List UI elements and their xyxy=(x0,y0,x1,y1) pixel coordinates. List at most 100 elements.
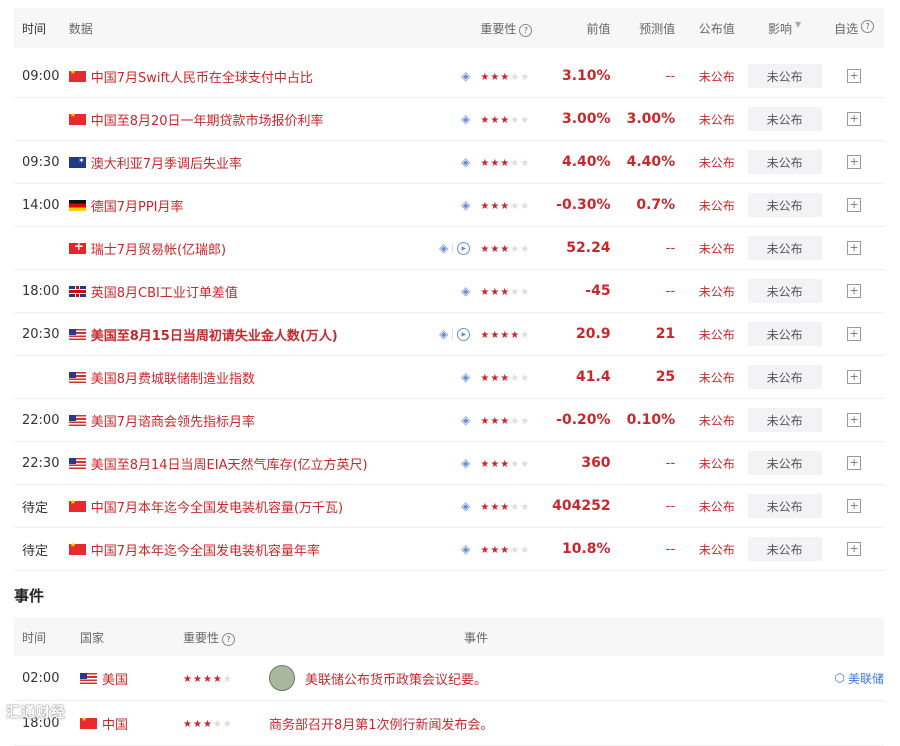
event-country: 美国 xyxy=(102,672,129,688)
star-icon: ★ xyxy=(520,114,531,126)
star-icon: ★ xyxy=(520,157,531,169)
star-icon: ★ xyxy=(510,415,521,427)
star-icon: ★ xyxy=(520,544,531,556)
effect-badge: 未公布 xyxy=(747,64,822,88)
add-favorite-button[interactable]: + xyxy=(847,370,862,384)
row-time: 14:00 xyxy=(22,197,60,213)
event-row[interactable]: 02:00 美国 ★★★★★ 美联储公布货币政策会议纪要。 ⬡ 美联储 xyxy=(14,656,884,701)
play-icon[interactable]: ▶ xyxy=(457,327,471,341)
star-icon: ★ xyxy=(490,458,501,470)
forecast-value: 0.7% xyxy=(636,197,676,213)
layers-icon[interactable]: ◈ xyxy=(439,327,448,341)
help-icon[interactable]: ? xyxy=(222,632,236,646)
star-icon: ★ xyxy=(490,544,501,556)
header-importance[interactable]: 重要性? xyxy=(476,20,546,37)
layers-icon[interactable]: ◈ xyxy=(461,542,470,556)
indicator-name-link[interactable]: 中国7月本年迄今全国发电装机容量(万千瓦) xyxy=(91,497,343,516)
indicator-name-link[interactable]: 美国至8月14日当周EIA天然气库存(亿立方英尺) xyxy=(91,454,368,473)
data-rows: 09:00中国7月Swift人民币在全球支付中占比◈★★★★★3.10%--未公… xyxy=(14,55,884,571)
table-row[interactable]: 09:30澳大利亚7月季调后失业率◈★★★★★4.40%4.40%未公布未公布+ xyxy=(14,141,884,184)
indicator-name-link[interactable]: 中国7月本年迄今全国发电装机容量年率 xyxy=(91,540,320,559)
star-icon: ★ xyxy=(500,286,511,298)
add-favorite-button[interactable]: + xyxy=(847,241,862,255)
table-row[interactable]: 14:00 德国7月PPI月率 ◈ ★★★★★ -0.30% 0.7% 未公布 未公布 + xyxy=(14,184,884,227)
star-icon: ★ xyxy=(490,501,501,513)
published-value: 未公布 xyxy=(698,198,735,213)
importance-stars: ★★★★★ xyxy=(480,287,530,298)
forecast-value: -- xyxy=(665,455,676,471)
star-icon: ★ xyxy=(520,458,531,470)
events-header-importance[interactable]: 重要性? xyxy=(179,629,269,646)
indicator-name-link[interactable]: 英国8月CBI工业订单差值 xyxy=(91,282,238,301)
star-icon: ★ xyxy=(500,415,511,427)
indicator-name-link[interactable]: 美国8月费城联储制造业指数 xyxy=(91,368,255,387)
forecast-value: 25 xyxy=(655,369,676,385)
events-section-title: 事件 xyxy=(14,587,45,605)
event-tag-link[interactable]: 美联储 xyxy=(848,670,884,687)
table-row[interactable]: 美国8月费城联储制造业指数 ◈ ★★★★★ 41.4 25 未公布 未公布 + xyxy=(14,356,884,399)
add-favorite-button[interactable]: + xyxy=(847,499,862,513)
published-value: 未公布 xyxy=(698,413,735,428)
add-favorite-button[interactable]: + xyxy=(847,69,862,83)
previous-value: 360 xyxy=(581,455,611,471)
row-time: 09:00 xyxy=(22,68,60,84)
table-row[interactable]: 18:00 英国8月CBI工业订单差值 ◈ ★★★★★ -45 -- 未公布 未公布 + xyxy=(14,270,884,313)
table-row[interactable]: 22:30 美国至8月14日当周EIA天然气库存(亿立方英尺) ◈ ★★★★★ 360-… xyxy=(14,442,884,485)
help-icon[interactable]: ? xyxy=(861,19,875,33)
importance-stars: ★★★★★ xyxy=(480,416,530,427)
indicator-name-link[interactable]: 德国7月PPI月率 xyxy=(91,196,184,215)
importance-stars: ★★★★★ xyxy=(480,158,530,169)
us-flag-icon xyxy=(68,457,86,469)
indicator-name-link[interactable]: 瑞士7月贸易帐(亿瑞郎) xyxy=(91,239,226,258)
forecast-value: 3.00% xyxy=(626,111,676,127)
add-favorite-button[interactable]: + xyxy=(847,284,862,298)
star-icon: ★ xyxy=(490,200,501,212)
add-favorite-button[interactable]: + xyxy=(847,198,862,212)
table-row[interactable]: 22:00 美国7月谘商会领先指标月率 ◈ ★★★★★ -0.20% 0.10% 未公布 未公… xyxy=(14,399,884,442)
header-effect[interactable]: 影响 ▼ xyxy=(745,20,825,37)
add-favorite-button[interactable]: + xyxy=(847,456,862,470)
add-favorite-button[interactable]: + xyxy=(847,155,862,169)
star-icon: ★ xyxy=(480,415,491,427)
importance-stars: ★★★★★ xyxy=(480,115,530,126)
table-row[interactable]: 待定中国7月本年迄今全国发电装机容量(万千瓦)◈★★★★★404252--未公布… xyxy=(14,485,884,528)
add-favorite-button[interactable]: + xyxy=(847,542,862,556)
event-description[interactable]: 美联储公布货币政策会议纪要。 xyxy=(305,669,487,688)
layers-icon[interactable]: ◈ xyxy=(461,69,470,83)
importance-stars: ★★★★★ xyxy=(480,72,530,83)
layers-icon[interactable]: ◈ xyxy=(439,241,448,255)
indicator-name-link[interactable]: 中国至8月20日一年期贷款市场报价利率 xyxy=(91,110,324,129)
event-row[interactable]: 18:00中国★★★★★商务部召开8月第1次例行新闻发布会。 xyxy=(14,701,884,746)
published-value: 未公布 xyxy=(698,499,735,514)
table-row[interactable]: 20:30 美国至8月15日当周初请失业金人数(万人) ◈ ▶ ★★★★★ 20.9 21 未… xyxy=(14,313,884,356)
star-icon: ★ xyxy=(490,286,501,298)
layers-icon[interactable]: ◈ xyxy=(461,413,470,427)
layers-icon[interactable]: ◈ xyxy=(461,155,470,169)
add-favorite-button[interactable]: + xyxy=(847,112,862,126)
table-row[interactable]: 中国至8月20日一年期贷款市场报价利率◈★★★★★3.00%3.00%未公布未公… xyxy=(14,98,884,141)
star-icon: ★ xyxy=(490,415,501,427)
table-row[interactable]: 09:00中国7月Swift人民币在全球支付中占比◈★★★★★3.10%--未公… xyxy=(14,55,884,98)
calendar-page: 时间 数据 重要性? 前值 预测值 公布值 影响▼ 自选? 09:00 中国7月S… xyxy=(14,8,884,746)
layers-icon[interactable]: ◈ xyxy=(461,198,470,212)
play-icon[interactable]: ▶ xyxy=(457,241,471,255)
star-icon: ★ xyxy=(510,544,521,556)
layers-icon[interactable]: ◈ xyxy=(461,112,470,126)
de-flag-icon xyxy=(68,199,86,211)
table-row[interactable]: 瑞士7月贸易帐(亿瑞郎)◈▶★★★★★52.24--未公布未公布+ xyxy=(14,227,884,270)
indicator-name-link[interactable]: 中国7月Swift人民币在全球支付中占比 xyxy=(91,67,313,86)
layers-icon[interactable]: ◈ xyxy=(461,499,470,513)
row-time: 09:30 xyxy=(22,154,60,170)
add-favorite-button[interactable]: + xyxy=(847,413,862,427)
help-icon[interactable]: ? xyxy=(519,23,533,37)
table-row[interactable]: 待定中国7月本年迄今全国发电装机容量年率◈★★★★★10.8%--未公布未公布+ xyxy=(14,528,884,571)
indicator-name-link[interactable]: 美国至8月15日当周初请失业金人数(万人) xyxy=(91,325,338,344)
importance-stars: ★★★★★ xyxy=(480,373,530,384)
forecast-value: 4.40% xyxy=(626,154,676,170)
layers-icon[interactable]: ◈ xyxy=(461,284,470,298)
indicator-name-link[interactable]: 澳大利亚7月季调后失业率 xyxy=(91,153,242,172)
indicator-name-link[interactable]: 美国7月谘商会领先指标月率 xyxy=(91,411,255,430)
layers-icon[interactable]: ◈ xyxy=(461,370,470,384)
layers-icon[interactable]: ◈ xyxy=(461,456,470,470)
add-favorite-button[interactable]: + xyxy=(847,327,862,341)
